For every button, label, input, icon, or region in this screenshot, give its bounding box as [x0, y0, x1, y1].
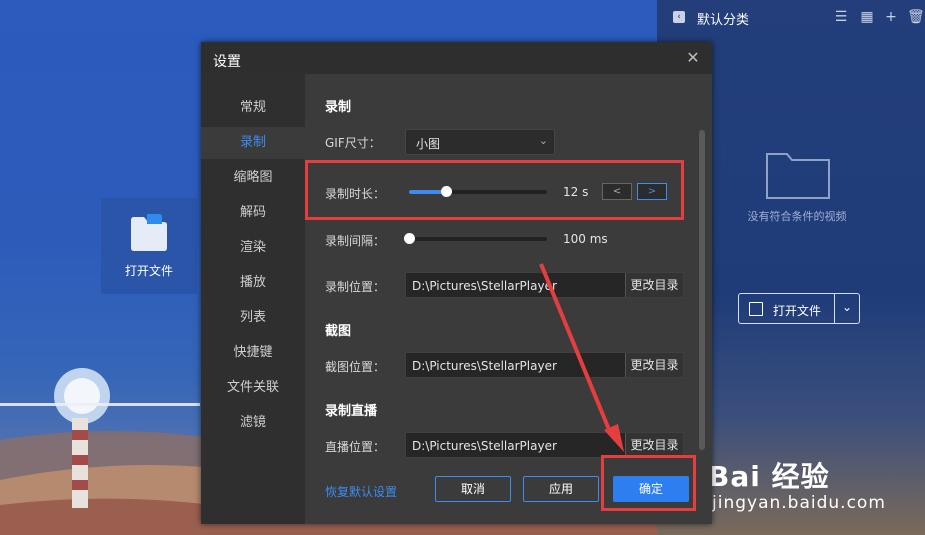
nav-item-hotkeys[interactable]: 快捷键 — [201, 337, 305, 369]
trash-icon[interactable]: 🗑 — [907, 9, 925, 25]
gif-size-select[interactable]: 小图 ⌄ — [405, 129, 555, 155]
gif-size-value: 小图 — [416, 137, 441, 151]
interval-slider[interactable] — [404, 233, 547, 244]
chevron-down-icon: ⌄ — [538, 134, 548, 147]
record-section-title: 录制 — [325, 100, 352, 115]
nav-item-file-assoc[interactable]: 文件关联 — [201, 372, 305, 404]
settings-nav: 常规 录制 缩略图 解码 渲染 播放 列表 快捷键 文件关联 滤镜 — [201, 74, 305, 524]
live-section-title: 录制直播 — [325, 404, 378, 419]
folder-icon — [131, 214, 167, 251]
nav-item-render[interactable]: 渲染 — [201, 232, 305, 264]
live-location-path: D:\Pictures\StellarPlayer — [412, 439, 557, 453]
screenshot-section-title: 截图 — [325, 324, 352, 339]
collapse-icon[interactable]: ‹ — [673, 11, 685, 23]
live-location-label: 直播位置： — [325, 440, 386, 454]
apply-button[interactable]: 应用 — [523, 476, 599, 502]
watermark-url: jingyan.baidu.com — [712, 493, 886, 513]
nav-item-thumbnail[interactable]: 缩略图 — [201, 162, 305, 194]
playlist-header: ‹ 默认分类 ☰ ▦ + 🗑 — [657, 0, 925, 34]
playlist-title: 默认分类 — [697, 13, 750, 28]
nav-item-filter[interactable]: 滤镜 — [201, 407, 305, 439]
interval-label: 录制间隔： — [325, 234, 386, 248]
nav-item-list[interactable]: 列表 — [201, 302, 305, 334]
cancel-button[interactable]: 取消 — [435, 476, 511, 502]
nav-item-decode[interactable]: 解码 — [201, 197, 305, 229]
settings-dialog: 设置 ✕ 常规 录制 缩略图 解码 渲染 播放 列表 快捷键 文件关联 滤镜 录… — [201, 42, 712, 524]
dialog-header: 设置 ✕ — [201, 42, 712, 74]
nav-item-general[interactable]: 常规 — [201, 92, 305, 124]
record-location-label: 录制位置： — [325, 280, 386, 294]
sort-icon[interactable]: ☰ — [833, 9, 849, 25]
highlight-duration-box — [305, 160, 684, 220]
record-change-dir-button[interactable]: 更改目录 — [625, 273, 683, 297]
desktop-tile-label: 打开文件 — [124, 264, 173, 278]
settings-scrollbar[interactable] — [699, 130, 705, 450]
list-view-icon[interactable]: ▦ — [859, 9, 875, 25]
record-location-path: D:\Pictures\StellarPlayer — [412, 279, 557, 293]
close-icon[interactable]: ✕ — [683, 48, 703, 68]
empty-folder-icon — [766, 153, 830, 199]
live-change-dir-button[interactable]: 更改目录 — [625, 433, 683, 457]
interval-slider-knob[interactable] — [404, 233, 415, 244]
nav-item-record[interactable]: 录制 — [201, 127, 305, 159]
add-icon[interactable]: + — [883, 9, 899, 25]
screenshot-location-path: D:\Pictures\StellarPlayer — [412, 359, 557, 373]
interval-value: 100 ms — [563, 232, 608, 246]
baidu-watermark: Bai 经验 — [708, 460, 830, 493]
dialog-title: 设置 — [213, 54, 241, 70]
settings-content: 录制 GIF尺寸： 小图 ⌄ 录制时长： 12 s < > 录制间隔： 100 … — [305, 74, 712, 476]
record-location-field[interactable]: D:\Pictures\StellarPlayer 更改目录 — [405, 272, 684, 298]
screenshot-location-field[interactable]: D:\Pictures\StellarPlayer 更改目录 — [405, 352, 684, 378]
gif-size-label: GIF尺寸： — [325, 136, 381, 150]
highlight-ok-box — [601, 455, 696, 511]
open-file-button[interactable]: 打开文件 ⌄ — [738, 293, 860, 324]
screenshot-change-dir-button[interactable]: 更改目录 — [625, 353, 683, 377]
open-file-label: 打开文件 — [773, 304, 822, 318]
desktop-open-file-tile[interactable]: 打开文件 — [101, 198, 197, 294]
nav-item-playback[interactable]: 播放 — [201, 267, 305, 299]
button-divider — [834, 294, 835, 323]
screenshot-location-label: 截图位置： — [325, 360, 386, 374]
chevron-down-icon[interactable]: ⌄ — [837, 300, 857, 314]
add-file-icon — [749, 302, 763, 316]
restore-defaults-link[interactable]: 恢复默认设置 — [325, 483, 397, 500]
